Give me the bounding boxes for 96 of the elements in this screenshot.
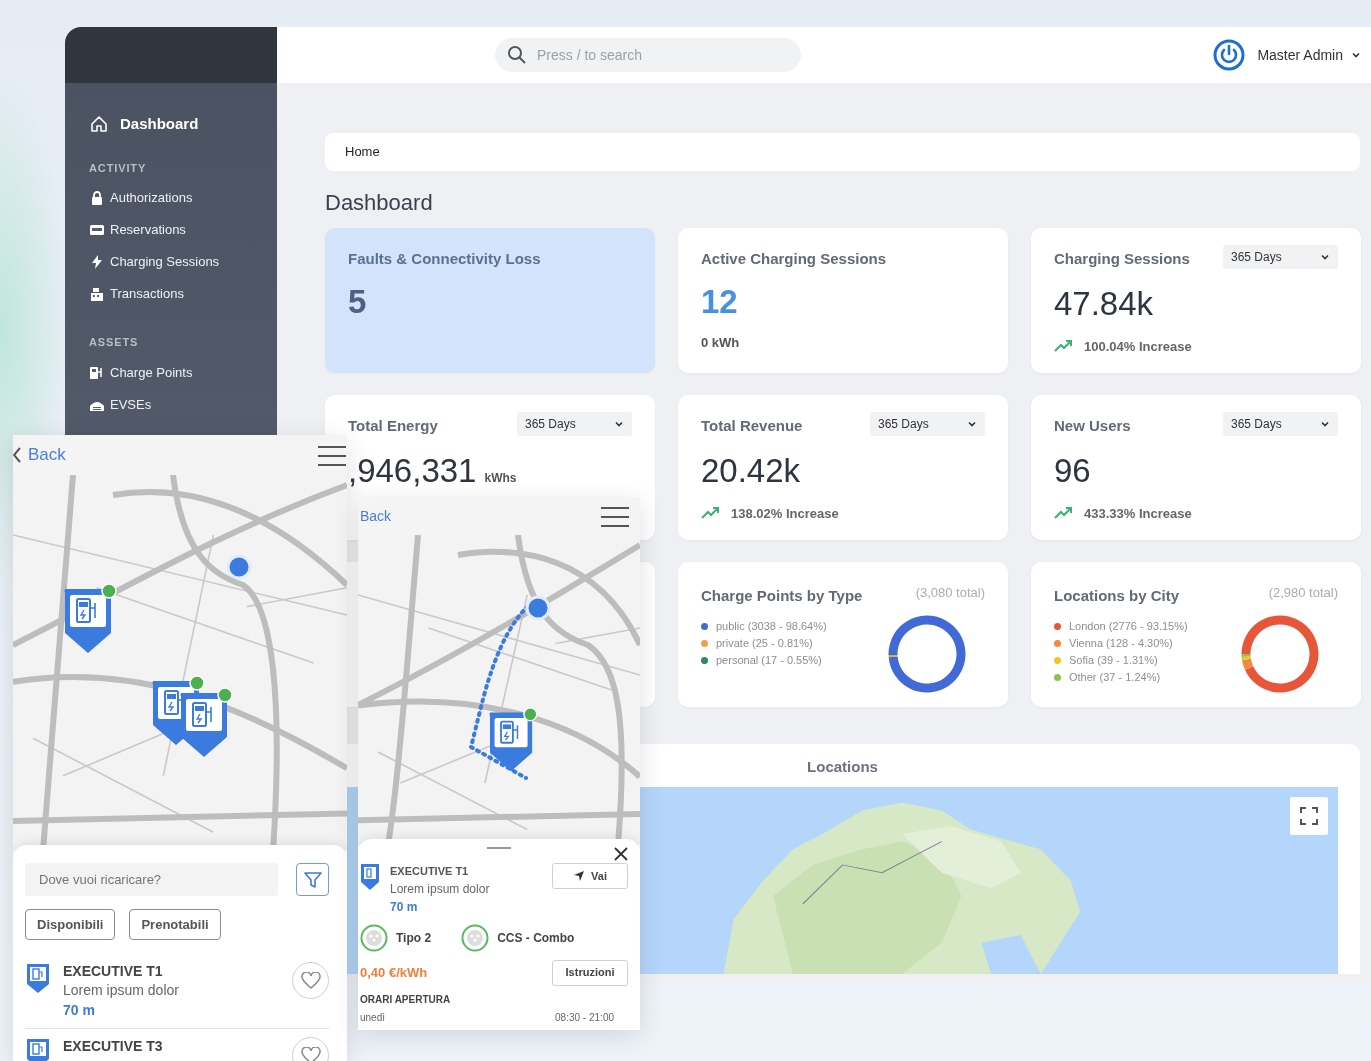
total-label: (2,980 total) xyxy=(1268,584,1338,602)
heart-icon xyxy=(300,1046,321,1061)
trend-label: 100.04% Increase xyxy=(1084,337,1192,356)
card-title: Locations by City xyxy=(1054,586,1180,606)
card-value: 96 xyxy=(1054,451,1091,490)
legend-label: personal (17 - 0.55%) xyxy=(716,652,822,668)
legend-label: private (25 - 0.81%) xyxy=(716,635,813,651)
sidebar-item[interactable]: Charge Points xyxy=(110,362,193,383)
card-value: 12 xyxy=(701,282,739,321)
page-title: Dashboard xyxy=(325,190,434,216)
trend-up-icon xyxy=(701,506,721,521)
breadcrumb-item[interactable]: Home xyxy=(345,142,380,162)
navigation-arrow-icon xyxy=(573,870,586,882)
charging-pin-icon xyxy=(25,962,51,994)
go-button[interactable]: Vai xyxy=(552,863,628,889)
caret-icon xyxy=(1320,419,1330,429)
back-link[interactable]: Back xyxy=(28,442,66,468)
back-chevron-icon[interactable] xyxy=(13,447,21,463)
card-value: 5 xyxy=(348,282,368,321)
period-dropdown[interactable]: 365 Days xyxy=(870,412,985,436)
section-label: ORARI APERTURA xyxy=(360,992,452,1007)
filter-chip[interactable]: Prenotabili xyxy=(129,909,221,940)
connector-label: Tipo 2 xyxy=(396,929,432,947)
card-title: Charging Sessions xyxy=(1054,249,1190,269)
sidebar-item[interactable]: Reservations xyxy=(110,220,186,240)
caret-icon xyxy=(967,419,977,429)
price-label: 0,40 €/kWh xyxy=(360,963,428,982)
caret-icon xyxy=(1320,252,1330,262)
back-link[interactable]: Back xyxy=(360,505,392,527)
filter-chip[interactable]: Disponibili xyxy=(25,909,116,940)
card-icon xyxy=(89,222,105,238)
card-value: 20.42k xyxy=(701,451,801,490)
search-field[interactable]: Press / to search xyxy=(495,38,801,72)
station-address: Lorem ipsum dolor xyxy=(63,981,180,1000)
menu-icon[interactable] xyxy=(600,505,630,528)
caret-icon xyxy=(614,419,624,429)
legend-label: Other (37 - 1.24%) xyxy=(1069,669,1161,685)
bolt-icon xyxy=(89,254,105,270)
card-note: 0 kWh xyxy=(701,333,741,352)
lock-icon xyxy=(89,190,105,206)
trend-label: 138.02% Increase xyxy=(731,504,839,523)
card-value: 47.84k xyxy=(1054,284,1154,323)
unit-label: kWhs xyxy=(484,469,517,487)
hours-label: 08:30 - 21:00 xyxy=(555,1010,614,1025)
search-field[interactable]: Dove vuoi ricaricare? xyxy=(25,863,278,896)
connector-label: CCS - Combo xyxy=(497,929,575,947)
station-name: EXECUTIVE T1 xyxy=(63,962,164,980)
legend-label: Sofia (39 - 1.31%) xyxy=(1069,652,1158,668)
card-title: Total Energy xyxy=(348,416,438,436)
section-label: ASSETS xyxy=(89,335,140,350)
drag-handle xyxy=(487,847,511,849)
card-title: Locations xyxy=(806,757,879,777)
menu-icon[interactable] xyxy=(317,444,347,467)
connector-icon xyxy=(461,923,490,952)
distance-label: 70 m xyxy=(63,1001,96,1020)
legend-label: Vienna (128 - 4.30%) xyxy=(1069,635,1173,651)
station-name: EXECUTIVE T3 xyxy=(63,1037,164,1055)
trend-label: 433.33% Increase xyxy=(1084,504,1192,523)
caret-icon xyxy=(1351,50,1361,60)
card-title: Faults & Connectivity Loss xyxy=(348,249,542,269)
card-title: Active Charging Sessions xyxy=(701,249,888,269)
house-icon xyxy=(89,114,109,135)
close-icon[interactable] xyxy=(614,847,628,861)
card-title: Charge Points by Type xyxy=(701,586,863,606)
favorite-button[interactable] xyxy=(292,962,329,999)
trend-up-icon xyxy=(1054,339,1074,354)
station-name: EXECUTIVE T1 xyxy=(390,864,470,879)
sidebar-item[interactable]: EVSEs xyxy=(110,394,152,415)
trend-up-icon xyxy=(1054,506,1074,521)
period-dropdown[interactable]: 365 Days xyxy=(1223,245,1338,269)
filter-button[interactable] xyxy=(296,863,329,896)
total-label: (3,080 total) xyxy=(915,584,985,602)
power-icon xyxy=(1213,39,1246,71)
charging-station-icon xyxy=(89,364,105,381)
heart-icon xyxy=(300,971,321,990)
sidebar-item[interactable]: Transactions xyxy=(110,284,184,304)
period-dropdown[interactable]: 365 Days xyxy=(1223,412,1338,436)
sidebar-item[interactable]: Dashboard xyxy=(120,113,199,136)
legend-label: public (3038 - 98.64%) xyxy=(716,618,827,634)
filter-icon xyxy=(302,869,323,890)
sidebar-item[interactable]: Charging Sessions xyxy=(110,252,220,272)
user-name[interactable]: Master Admin xyxy=(1257,44,1343,66)
card-value: ,946,331 xyxy=(348,451,477,490)
period-dropdown[interactable]: 365 Days xyxy=(517,412,632,436)
instructions-button[interactable]: Istruzioni xyxy=(552,959,628,986)
card-title: New Users xyxy=(1054,416,1131,436)
station-address: Lorem ipsum dolor xyxy=(390,880,491,898)
cash-register-icon xyxy=(89,286,105,302)
fullscreen-icon xyxy=(1300,806,1318,825)
sidebar-item[interactable]: Authorizations xyxy=(110,188,193,208)
day-label: unedì xyxy=(360,1010,386,1025)
fullscreen-button[interactable] xyxy=(1290,796,1328,835)
section-label: ACTIVITY xyxy=(89,160,148,176)
legend-label: London (2776 - 93.15%) xyxy=(1069,618,1188,634)
distance-label: 70 m xyxy=(390,898,419,916)
card-title: Total Revenue xyxy=(701,416,803,436)
